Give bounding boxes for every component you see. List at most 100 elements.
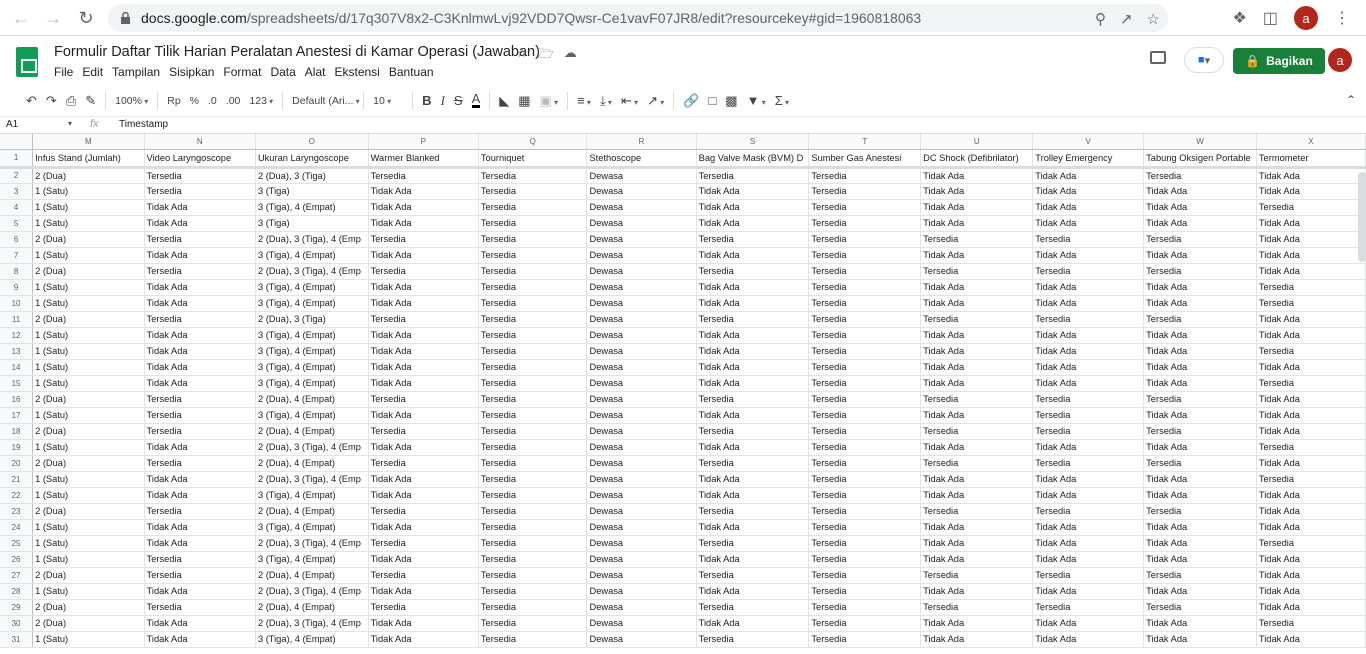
data-cell[interactable]: Tersedia — [368, 535, 479, 552]
data-cell[interactable]: Tersedia — [1256, 615, 1366, 632]
row-header[interactable]: 4 — [0, 199, 34, 216]
data-cell[interactable]: Dewasa — [586, 359, 697, 376]
data-cell[interactable]: Tidak Ada — [1256, 519, 1366, 536]
header-cell[interactable]: Tourniquet — [478, 149, 588, 169]
data-cell[interactable]: Tidak Ada — [1256, 551, 1366, 568]
row-header[interactable]: 19 — [0, 439, 34, 456]
data-cell[interactable]: Dewasa — [586, 631, 697, 648]
data-cell[interactable]: Tidak Ada — [696, 295, 810, 312]
row-header[interactable]: 16 — [0, 391, 34, 408]
data-cell[interactable]: Tersedia — [808, 471, 922, 488]
data-cell[interactable]: Tidak Ada — [1143, 375, 1257, 392]
column-header[interactable]: M — [32, 134, 145, 150]
menu-format[interactable]: Format — [223, 65, 266, 79]
data-cell[interactable]: Tidak Ada — [144, 375, 256, 392]
data-cell[interactable]: Tersedia — [920, 231, 1034, 248]
data-cell[interactable]: 3 (Tiga), 4 (Empat) — [255, 375, 369, 392]
menu-tools[interactable]: Alat — [305, 65, 331, 79]
data-cell[interactable]: Tidak Ada — [920, 439, 1034, 456]
data-cell[interactable]: Tersedia — [696, 391, 810, 408]
data-cell[interactable]: Tersedia — [696, 599, 810, 616]
data-cell[interactable]: 3 (Tiga), 4 (Empat) — [255, 279, 369, 296]
data-cell[interactable]: Tidak Ada — [1143, 407, 1257, 424]
data-cell[interactable]: Tersedia — [920, 567, 1034, 584]
data-cell[interactable]: Tidak Ada — [1256, 631, 1366, 648]
data-cell[interactable]: Tersedia — [808, 439, 922, 456]
data-cell[interactable]: Tidak Ada — [368, 439, 479, 456]
header-cell[interactable]: Tabung Oksigen Portable — [1143, 149, 1257, 169]
data-cell[interactable]: Tidak Ada — [696, 183, 810, 200]
data-cell[interactable]: Tidak Ada — [368, 199, 479, 216]
data-cell[interactable]: Tidak Ada — [696, 215, 810, 232]
data-cell[interactable]: 2 (Dua) — [32, 231, 145, 248]
data-cell[interactable]: Tersedia — [808, 455, 922, 472]
column-header[interactable]: O — [255, 134, 369, 150]
data-cell[interactable]: Tidak Ada — [696, 247, 810, 264]
data-cell[interactable]: 1 (Satu) — [32, 471, 145, 488]
data-cell[interactable]: Tidak Ada — [1032, 327, 1145, 344]
data-cell[interactable]: 3 (Tiga) — [255, 215, 369, 232]
row-header[interactable]: 11 — [0, 311, 34, 328]
data-cell[interactable]: Tidak Ada — [368, 375, 479, 392]
data-cell[interactable]: Tersedia — [478, 519, 588, 536]
data-cell[interactable]: 3 (Tiga), 4 (Empat) — [255, 631, 369, 648]
data-cell[interactable]: 1 (Satu) — [32, 439, 145, 456]
data-cell[interactable]: Tidak Ada — [368, 407, 479, 424]
data-cell[interactable]: Tersedia — [808, 551, 922, 568]
data-cell[interactable]: Tidak Ada — [144, 343, 256, 360]
data-cell[interactable]: Tersedia — [478, 231, 588, 248]
data-cell[interactable]: Tidak Ada — [696, 439, 810, 456]
data-cell[interactable]: Tidak Ada — [920, 487, 1034, 504]
data-cell[interactable]: Tersedia — [1256, 471, 1366, 488]
data-cell[interactable]: Tersedia — [144, 455, 256, 472]
data-cell[interactable]: Tidak Ada — [696, 551, 810, 568]
data-cell[interactable]: Tersedia — [808, 615, 922, 632]
data-cell[interactable]: Tidak Ada — [368, 487, 479, 504]
data-cell[interactable]: Tersedia — [808, 567, 922, 584]
data-cell[interactable]: Tersedia — [808, 343, 922, 360]
data-cell[interactable]: Tidak Ada — [144, 519, 256, 536]
back-icon[interactable]: ← — [8, 5, 34, 31]
browser-menu-icon[interactable]: ⋮ — [1334, 8, 1350, 28]
data-cell[interactable]: Tidak Ada — [368, 471, 479, 488]
data-cell[interactable]: 1 (Satu) — [32, 535, 145, 552]
data-cell[interactable]: Tersedia — [478, 327, 588, 344]
data-cell[interactable]: Tersedia — [144, 503, 256, 520]
data-cell[interactable]: Tidak Ada — [696, 519, 810, 536]
data-cell[interactable]: Tersedia — [1143, 391, 1257, 408]
data-cell[interactable]: Tidak Ada — [1256, 183, 1366, 200]
data-cell[interactable]: Tidak Ada — [144, 295, 256, 312]
data-cell[interactable]: Tidak Ada — [920, 551, 1034, 568]
borders-icon[interactable]: ▦ — [518, 93, 530, 109]
data-cell[interactable]: 2 (Dua), 4 (Empat) — [255, 455, 369, 472]
data-cell[interactable]: 3 (Tiga), 4 (Empat) — [255, 407, 369, 424]
data-cell[interactable]: Tidak Ada — [368, 615, 479, 632]
data-cell[interactable]: Tidak Ada — [1032, 359, 1145, 376]
data-cell[interactable]: Tidak Ada — [144, 583, 256, 600]
data-cell[interactable]: Tidak Ada — [1143, 215, 1257, 232]
data-cell[interactable]: Tersedia — [1143, 231, 1257, 248]
data-cell[interactable]: Tidak Ada — [144, 359, 256, 376]
insert-comment-icon[interactable]: □ — [708, 93, 716, 108]
data-cell[interactable]: Tersedia — [478, 471, 588, 488]
row-header[interactable]: 9 — [0, 279, 34, 296]
move-folder-icon[interactable]: 🗁 — [538, 45, 554, 67]
data-cell[interactable]: Tersedia — [144, 551, 256, 568]
data-cell[interactable]: Tersedia — [808, 519, 922, 536]
data-cell[interactable]: Tersedia — [808, 183, 922, 200]
data-cell[interactable]: Tidak Ada — [368, 183, 479, 200]
row-header[interactable]: 7 — [0, 247, 34, 264]
spreadsheet-grid[interactable]: MNOPQRSTUVWX 1 Infus Stand (Jumlah) Video … — [0, 134, 1366, 654]
menu-help[interactable]: Bantuan — [389, 65, 439, 79]
data-cell[interactable]: Tidak Ada — [696, 359, 810, 376]
data-cell[interactable]: 1 (Satu) — [32, 631, 145, 648]
row-header[interactable]: 28 — [0, 583, 34, 600]
data-cell[interactable]: 1 (Satu) — [32, 247, 145, 264]
data-cell[interactable]: Tidak Ada — [1256, 583, 1366, 600]
data-cell[interactable]: 2 (Dua), 3 (Tiga) — [255, 167, 369, 184]
increase-decimal-button[interactable]: .00 — [226, 95, 241, 107]
data-cell[interactable]: Tersedia — [478, 199, 588, 216]
data-cell[interactable]: Tersedia — [920, 311, 1034, 328]
merge-cells-icon[interactable]: ▣ — [540, 93, 559, 109]
data-cell[interactable]: Tidak Ada — [1032, 343, 1145, 360]
